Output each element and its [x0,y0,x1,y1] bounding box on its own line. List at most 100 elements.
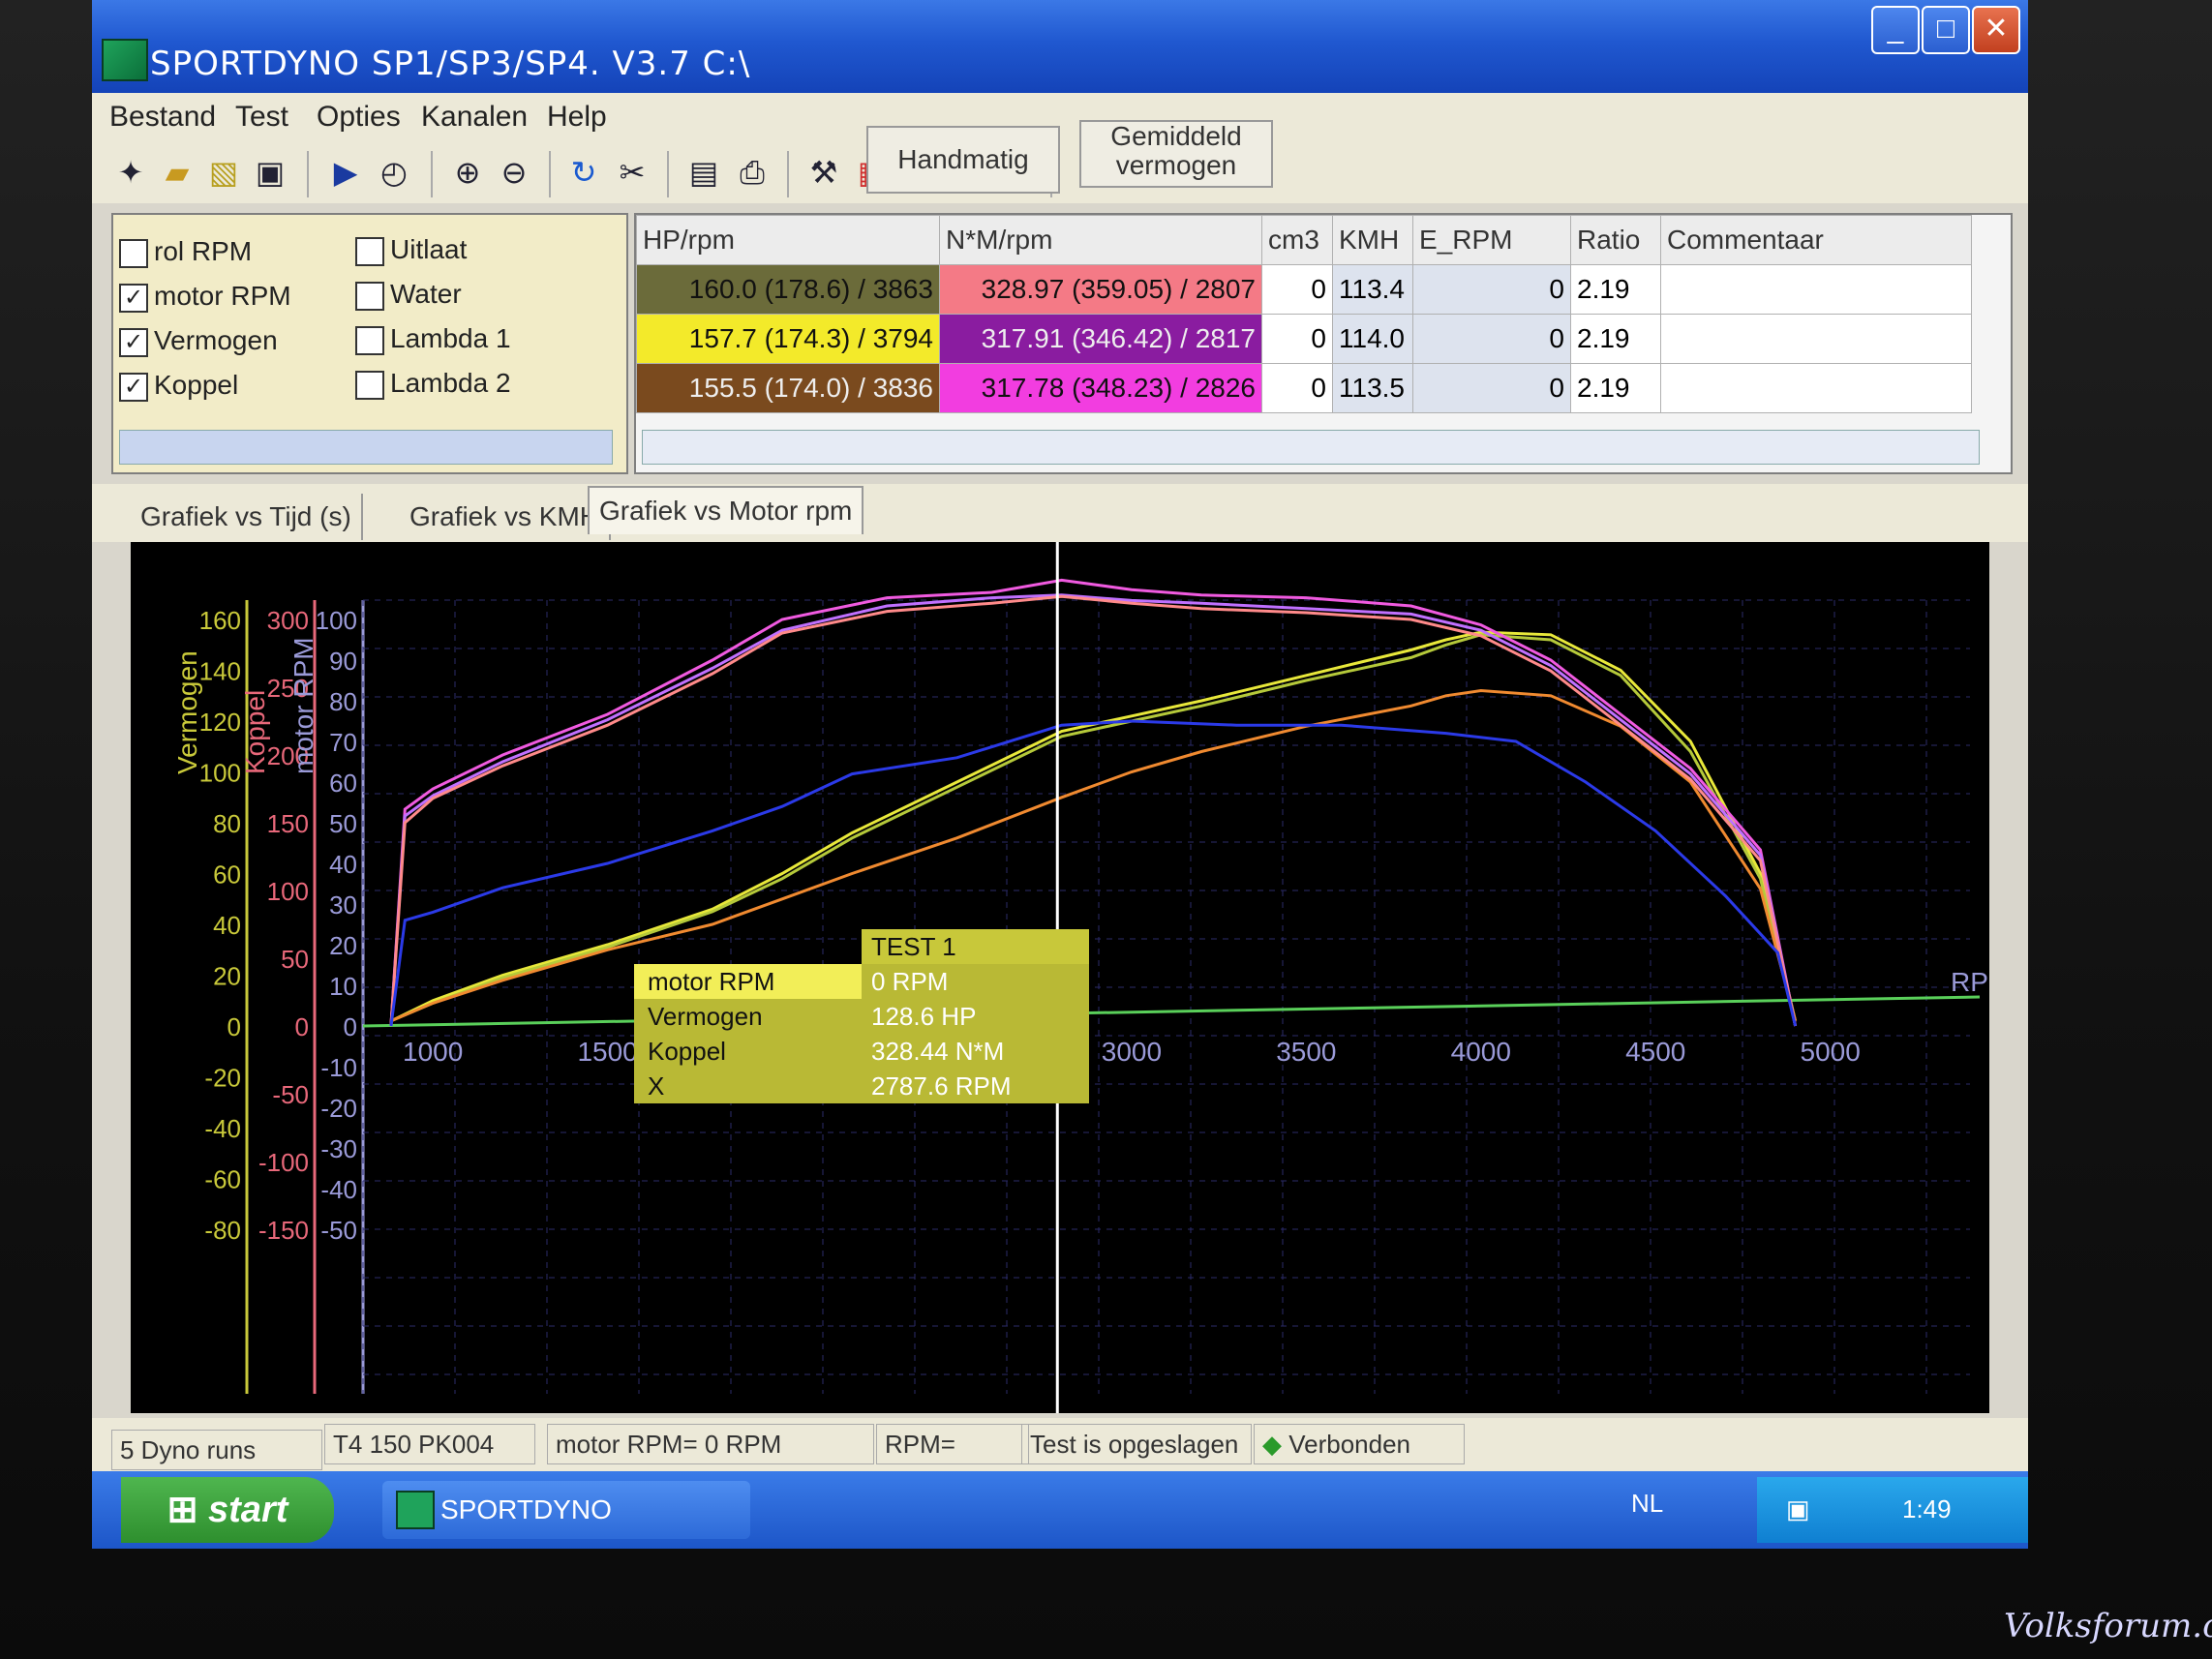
channel-label: Uitlaat [390,234,468,264]
series-line [389,719,1798,1027]
handmatig-button[interactable]: Handmatig [866,126,1060,194]
comment-cell[interactable] [1660,363,1972,413]
hp-cell[interactable]: 160.0 (178.6) / 3863 [636,264,940,315]
menu-kanalen[interactable]: Kanalen [421,101,528,134]
graph-tabs: Grafiek vs Tijd (s) Grafiek vs KMH Grafi… [92,484,2028,542]
cut-icon[interactable]: ✂ [611,151,653,194]
refresh-icon[interactable]: ↻ [562,151,605,194]
menu-opties[interactable]: Opties [317,101,401,134]
minimize-button[interactable]: _ [1871,6,1920,54]
channel-lambda-2[interactable]: Lambda 2 [355,368,511,400]
table-row[interactable]: 160.0 (178.6) / 3863 328.97 (359.05) / 2… [636,264,1972,315]
new-icon[interactable]: ✦ [109,151,152,194]
channel-scrollbar[interactable] [119,430,613,465]
channel-label: Lambda 2 [390,368,511,398]
nm-cell[interactable]: 328.97 (359.05) / 2807 [939,264,1262,315]
comment-cell[interactable] [1660,314,1972,364]
ratio-cell[interactable]: 2.19 [1570,264,1661,315]
language-indicator[interactable]: NL [1631,1489,1663,1519]
col-cm3[interactable]: cm3 [1261,215,1333,265]
cm3-cell[interactable]: 0 [1261,363,1333,413]
col-nm-rpm[interactable]: N*M/rpm [939,215,1262,265]
system-tray: ▣ 1:49 [1757,1477,2028,1543]
open-multiple-icon[interactable]: ▧ [202,151,245,194]
x-tick-label: 1500 [577,1037,637,1067]
checkbox[interactable] [355,370,384,400]
erpm-cell[interactable]: 0 [1412,264,1571,315]
table-row[interactable]: 157.7 (174.3) / 3794 317.91 (346.42) / 2… [636,314,1972,364]
open-icon[interactable]: ▰ [156,151,198,194]
dyno-chart[interactable]: -80 -60 -40 -20 0 20 40 60 80 100 120 140 160 Vermoge… [131,542,2011,1413]
y-tick-label: 0 [295,1012,309,1041]
menu-test[interactable]: Test [235,101,288,134]
channel-koppel[interactable]: ✓ Koppel [119,370,238,402]
kmh-cell[interactable]: 114.0 [1332,314,1413,364]
nm-cell[interactable]: 317.91 (346.42) / 2817 [939,314,1262,364]
menu-help[interactable]: Help [547,101,607,134]
channel-rol-rpm[interactable]: rol RPM [119,236,252,268]
taskbar-app-button[interactable]: SPORTDYNO SP1/SP3... [382,1481,750,1539]
col-ratio[interactable]: Ratio [1570,215,1661,265]
tab-grafiek-tijd[interactable]: Grafiek vs Tijd (s) [131,494,363,540]
monitor-bezel: SPORTDYNO SP1/SP3/SP4. V3.7 C:\ _ □ ✕ Be… [0,0,2212,1659]
hp-cell[interactable]: 155.5 (174.0) / 3836 [636,363,940,413]
checkbox[interactable]: ✓ [119,327,148,357]
comment-cell[interactable] [1660,264,1972,315]
table-row[interactable]: 155.5 (174.0) / 3836 317.78 (348.23) / 2… [636,363,1972,413]
cm3-cell[interactable]: 0 [1261,264,1333,315]
results-scrollbar[interactable] [642,430,1980,465]
channel-vermogen[interactable]: ✓ Vermogen [119,325,278,357]
col-commentaar[interactable]: Commentaar [1660,215,1972,265]
checkbox[interactable]: ✓ [119,283,148,313]
maximize-button[interactable]: □ [1922,6,1970,54]
channel-uitlaat[interactable]: Uitlaat [355,234,467,266]
y-tick-label: 100 [267,877,309,906]
ratio-cell[interactable]: 2.19 [1570,314,1661,364]
tooltip-row-value: 328.44 N*M [862,1034,1089,1069]
status-saved: Test is opgeslagen [1021,1424,1252,1464]
col-kmh[interactable]: KMH [1332,215,1413,265]
tools-icon[interactable]: ⚒ [803,151,845,194]
kmh-cell[interactable]: 113.4 [1332,264,1413,315]
y-tick-label: -20 [204,1064,241,1093]
hp-cell[interactable]: 157.7 (174.3) / 3794 [636,314,940,364]
print-icon[interactable]: ⎙ [731,151,773,194]
y-tick-label: -60 [204,1165,241,1194]
checkbox[interactable] [355,281,384,311]
checkbox[interactable] [119,238,148,268]
ratio-cell[interactable]: 2.19 [1570,363,1661,413]
channel-water[interactable]: Water [355,279,462,311]
channel-lambda-1[interactable]: Lambda 1 [355,323,511,355]
nm-cell[interactable]: 317.78 (348.23) / 2826 [939,363,1262,413]
y-tick-label: -80 [204,1216,241,1245]
tab-grafiek-kmh[interactable]: Grafiek vs KMH [400,494,612,540]
tooltip-row-label: Koppel [634,1034,862,1069]
clock[interactable]: 1:49 [1902,1494,1952,1524]
gemiddeld-vermogen-button[interactable]: Gemiddeld vermogen [1079,120,1273,188]
network-icon[interactable]: ▣ [1786,1494,1810,1524]
y-tick-label: 80 [329,687,357,716]
print-preview-icon[interactable]: ▤ [682,151,725,194]
menu-bestand[interactable]: Bestand [109,101,216,134]
tab-grafiek-motor-rpm[interactable]: Grafiek vs Motor rpm [588,486,864,534]
zoom-in-icon[interactable]: ⊕ [446,151,489,194]
x-tick-label: 4000 [1451,1037,1511,1067]
y-tick-label: 10 [329,972,357,1001]
cm3-cell[interactable]: 0 [1261,314,1333,364]
checkbox[interactable]: ✓ [119,372,148,402]
timer-icon[interactable]: ◴ [373,151,415,194]
erpm-cell[interactable]: 0 [1412,314,1571,364]
start-button[interactable]: ⊞ start [121,1477,334,1543]
channel-motor-rpm[interactable]: ✓ motor RPM [119,281,291,313]
kmh-cell[interactable]: 113.5 [1332,363,1413,413]
checkbox[interactable] [355,236,384,266]
zoom-out-icon[interactable]: ⊖ [493,151,535,194]
col-hp-rpm[interactable]: HP/rpm [636,215,940,265]
checkbox[interactable] [355,325,384,355]
save-icon[interactable]: ▣ [249,151,291,194]
play-icon[interactable]: ▶ [324,151,367,194]
toolbar: ✦ ▰ ▧ ▣ ▶ ◴ ⊕ ⊖ ↻ ✂ ▤ ⎙ ⚒ ▦ ▬ ▭ ◭ [92,145,2028,203]
erpm-cell[interactable]: 0 [1412,363,1571,413]
col-e-rpm[interactable]: E_RPM [1412,215,1571,265]
close-button[interactable]: ✕ [1972,6,2020,54]
